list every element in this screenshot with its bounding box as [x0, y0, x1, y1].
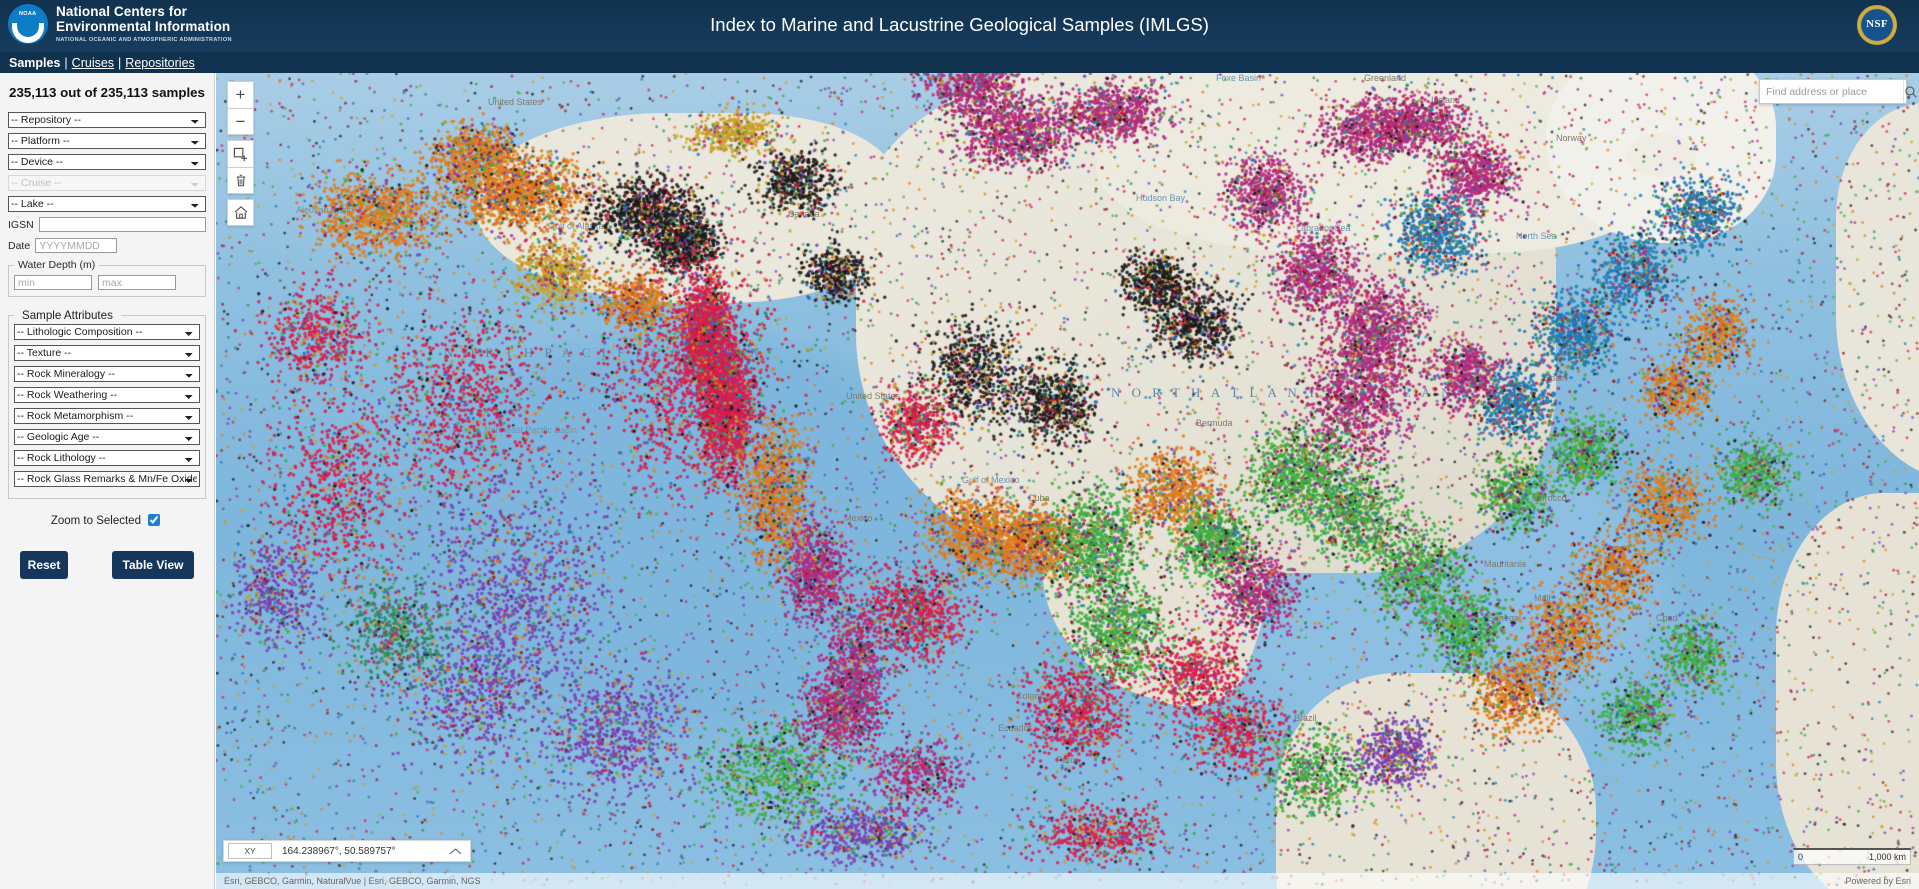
nsf-logo-text: NSF [1866, 18, 1888, 30]
scalebar-min: 0 [1798, 852, 1804, 862]
coordinate-mode-button[interactable]: XY [228, 843, 272, 859]
coordinate-value: 164.238967°, 50.589757° [282, 845, 396, 857]
rock-lithology-select[interactable]: -- Rock Lithology -- [14, 450, 200, 466]
map-scalebar: 0 1,000 km [1793, 848, 1911, 865]
device-select[interactable]: -- Device -- [8, 154, 206, 170]
nsf-logo: NSF [1857, 5, 1897, 45]
cruise-select: -- Cruise -- [8, 175, 206, 191]
zoom-to-selected-checkbox[interactable] [148, 514, 161, 526]
agency-line-1: National Centers for [56, 4, 188, 20]
geologic-age-select[interactable]: -- Geologic Age -- [14, 429, 200, 445]
attribution-powered-by: Powered by Esri [1845, 876, 1911, 886]
sample-attributes-legend: Sample Attributes [22, 309, 113, 322]
date-label: Date [8, 239, 31, 252]
sample-points-layer [216, 73, 1919, 889]
map-attribution: Esri, GEBCO, Garmin, NaturalVue | Esri, … [216, 873, 1919, 889]
water-depth-max-input[interactable] [98, 275, 176, 290]
reset-button[interactable]: Reset [20, 551, 68, 579]
header-background [0, 0, 1919, 52]
scalebar-max: 1,000 km [1868, 852, 1906, 862]
noaa-seal-text: NOAA [19, 11, 37, 17]
water-depth-inputs [14, 275, 200, 290]
main-navigation: Samples | Cruises | Repositories [0, 52, 1919, 73]
texture-select[interactable]: -- Texture -- [14, 345, 200, 361]
nav-separator: | [64, 55, 68, 70]
app-header: NOAA National Centers for Environmental … [0, 0, 1919, 52]
coordinate-widget[interactable]: XY 164.238967°, 50.589757° [223, 840, 471, 862]
map-container[interactable]: N O R T H P A C I F I C O C E A NN O R T… [216, 73, 1919, 889]
zoom-in-button[interactable]: + [227, 81, 254, 108]
igsn-label: IGSN [8, 218, 34, 231]
nav-separator: | [118, 55, 122, 70]
search-icon[interactable] [1903, 80, 1918, 103]
home-icon[interactable] [227, 199, 254, 226]
rock-glass-remarks-select[interactable]: -- Rock Glass Remarks & Mn/Fe Oxide -- [14, 471, 200, 487]
nav-item-samples[interactable]: Samples [9, 56, 60, 70]
table-view-button[interactable]: Table View [112, 551, 194, 579]
map-search-widget[interactable] [1759, 79, 1917, 104]
draw-rectangle-select-icon[interactable] [227, 140, 254, 167]
lake-select[interactable]: -- Lake -- [8, 196, 206, 212]
rock-metamorphism-select[interactable]: -- Rock Metamorphism -- [14, 408, 200, 424]
chevron-up-icon[interactable] [449, 847, 462, 856]
rock-mineralogy-select[interactable]: -- Rock Mineralogy -- [14, 366, 200, 382]
zoom-to-selected-label: Zoom to Selected [50, 515, 141, 527]
noaa-wordmark: National Centers for Environmental Infor… [56, 4, 232, 43]
igsn-field-row: IGSN [8, 217, 206, 232]
water-depth-group: Water Depth (m) [8, 259, 206, 297]
zoom-to-selected-row: Zoom to Selected [8, 511, 206, 529]
nav-item-cruises[interactable]: Cruises [72, 56, 114, 70]
noaa-seal-icon: NOAA [8, 4, 48, 44]
water-depth-legend: Water Depth (m) [18, 259, 96, 271]
date-field-row: Date [8, 238, 206, 253]
nav-item-repositories[interactable]: Repositories [125, 56, 194, 70]
search-input[interactable] [1760, 84, 1903, 99]
platform-select[interactable]: -- Platform -- [8, 133, 206, 149]
sidebar-button-row: Reset Table View [8, 551, 206, 579]
agency-line-2: Environmental Information [56, 18, 231, 34]
sample-count-label: 235,113 out of 235,113 samples [9, 85, 205, 100]
igsn-input[interactable] [38, 217, 206, 232]
attribution-sources: Esri, GEBCO, Garmin, NaturalVue | Esri, … [224, 876, 481, 886]
agency-line-3: NATIONAL OCEANIC AND ATMOSPHERIC ADMINIS… [56, 36, 232, 43]
repository-select[interactable]: -- Repository -- [8, 112, 206, 128]
sample-attributes-group: Sample Attributes -- Lithologic Composit… [8, 309, 206, 499]
filter-sidebar: 235,113 out of 235,113 samples -- Reposi… [0, 73, 215, 889]
water-depth-min-input[interactable] [14, 275, 92, 290]
lithologic-composition-select[interactable]: -- Lithologic Composition -- [14, 324, 200, 340]
rock-weathering-select[interactable]: -- Rock Weathering -- [14, 387, 200, 403]
trash-icon[interactable] [227, 167, 254, 194]
noaa-logo[interactable]: NOAA National Centers for Environmental … [8, 4, 232, 44]
zoom-out-button[interactable]: − [227, 108, 254, 135]
date-input[interactable] [35, 238, 118, 253]
